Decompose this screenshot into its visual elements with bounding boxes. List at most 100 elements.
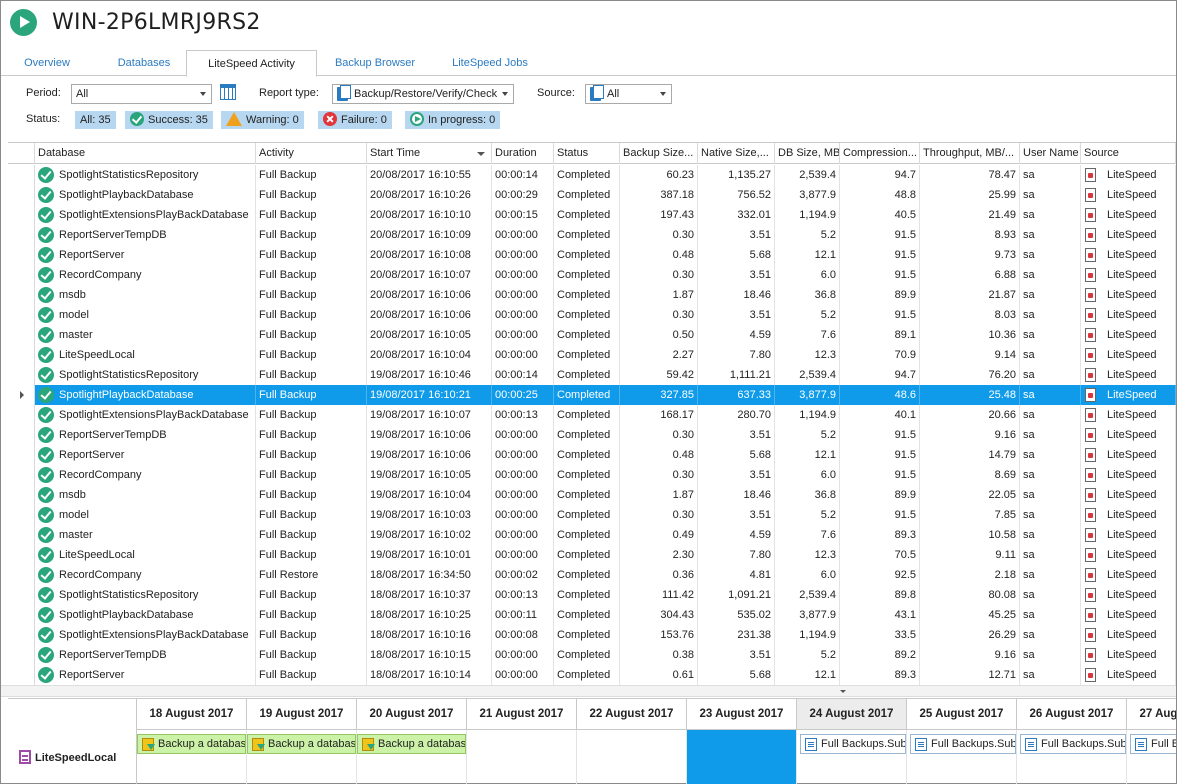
table-row[interactable]: SpotlightStatisticsRepository Full Backup… bbox=[8, 365, 1176, 385]
status-chip-failure[interactable]: Failure: 0 bbox=[318, 111, 392, 129]
cell-backup-size: 60.23 bbox=[620, 165, 698, 185]
tab-litespeed-activity[interactable]: LiteSpeed Activity bbox=[186, 50, 317, 77]
table-row[interactable]: SpotlightStatisticsRepository Full Backup… bbox=[8, 585, 1176, 605]
column-header-compression[interactable]: Compression... bbox=[840, 143, 920, 164]
timeline-day-cell[interactable]: Full Backups.Subplan bbox=[907, 730, 1017, 784]
status-chip-in-progress[interactable]: In progress: 0 bbox=[405, 111, 501, 129]
row-indicator[interactable] bbox=[8, 225, 35, 245]
row-indicator[interactable] bbox=[8, 405, 35, 425]
table-row[interactable]: msdb Full Backup 19/08/2017 16:10:04 00:00:… bbox=[8, 485, 1176, 505]
source-combo[interactable]: All bbox=[585, 84, 672, 104]
row-indicator[interactable] bbox=[8, 365, 35, 385]
timeline-event[interactable]: Backup a database bbox=[357, 734, 466, 754]
table-row[interactable]: msdb Full Backup 20/08/2017 16:10:06 00:00:… bbox=[8, 285, 1176, 305]
tab-backup-browser[interactable]: Backup Browser bbox=[321, 50, 429, 76]
row-indicator[interactable] bbox=[8, 585, 35, 605]
timeline-resource[interactable]: LiteSpeedLocal bbox=[19, 750, 116, 764]
column-header-db-size[interactable]: DB Size, MB bbox=[775, 143, 840, 164]
table-row[interactable]: master Full Backup 19/08/2017 16:10:02 00:0… bbox=[8, 525, 1176, 545]
column-header-source[interactable]: Source bbox=[1081, 143, 1176, 164]
timeline-event[interactable]: Backup a database bbox=[247, 734, 356, 754]
cell-user-name: sa bbox=[1020, 305, 1081, 325]
column-header-throughput[interactable]: Throughput, MB/... bbox=[920, 143, 1020, 164]
table-row[interactable]: LiteSpeedLocal Full Backup 19/08/2017 16:1… bbox=[8, 545, 1176, 565]
row-indicator[interactable] bbox=[8, 245, 35, 265]
row-indicator[interactable] bbox=[8, 625, 35, 645]
row-indicator[interactable] bbox=[8, 165, 35, 185]
period-combo[interactable]: All bbox=[71, 84, 212, 104]
row-indicator[interactable] bbox=[8, 645, 35, 665]
table-row[interactable]: SpotlightExtensionsPlayBackDatabase Full … bbox=[8, 625, 1176, 645]
table-row[interactable]: model Full Backup 19/08/2017 16:10:03 00:00… bbox=[8, 505, 1176, 525]
column-header-start-time[interactable]: Start Time bbox=[367, 143, 492, 164]
table-row[interactable]: RecordCompany Full Restore 18/08/2017 16:3… bbox=[8, 565, 1176, 585]
table-row[interactable]: ReportServer Full Backup 20/08/2017 16:10:… bbox=[8, 245, 1176, 265]
timeline-event[interactable]: Full Backups.Subplan bbox=[800, 734, 906, 754]
row-indicator[interactable] bbox=[8, 325, 35, 345]
column-header-status[interactable]: Status bbox=[554, 143, 620, 164]
column-header-user-name[interactable]: User Name bbox=[1020, 143, 1081, 164]
timeline-day-cell[interactable]: Backup a database bbox=[357, 730, 467, 784]
table-row[interactable]: RecordCompany Full Backup 19/08/2017 16:10… bbox=[8, 465, 1176, 485]
play-icon[interactable] bbox=[10, 9, 37, 36]
column-header-duration[interactable]: Duration bbox=[492, 143, 554, 164]
table-row[interactable]: ReportServerTempDB Full Backup 19/08/2017 … bbox=[8, 425, 1176, 445]
report-type-combo[interactable]: Backup/Restore/Verify/Check bbox=[332, 84, 514, 104]
row-indicator[interactable] bbox=[8, 345, 35, 365]
table-row[interactable]: SpotlightPlaybackDatabase Full Backup 20/0… bbox=[8, 185, 1176, 205]
table-row[interactable]: ReportServerTempDB Full Backup 18/08/2017 … bbox=[8, 645, 1176, 665]
table-row[interactable]: SpotlightStatisticsRepository Full Backup… bbox=[8, 165, 1176, 185]
table-row[interactable]: model Full Backup 20/08/2017 16:10:06 00:00… bbox=[8, 305, 1176, 325]
table-row[interactable]: ReportServer Full Backup 18/08/2017 16:10:… bbox=[8, 665, 1176, 685]
timeline-day-cell[interactable] bbox=[467, 730, 577, 784]
timeline-day-cell[interactable]: Backup a database bbox=[247, 730, 357, 784]
row-indicator[interactable] bbox=[8, 285, 35, 305]
calendar-icon[interactable] bbox=[220, 84, 236, 100]
row-indicator[interactable] bbox=[8, 445, 35, 465]
row-indicator[interactable] bbox=[8, 665, 35, 685]
column-header-native-size[interactable]: Native Size,... bbox=[698, 143, 775, 164]
status-chip-success[interactable]: Success: 35 bbox=[125, 111, 213, 129]
tab-overview[interactable]: Overview bbox=[9, 50, 85, 76]
table-row[interactable]: master Full Backup 20/08/2017 16:10:05 00:0… bbox=[8, 325, 1176, 345]
timeline-day-cell[interactable]: Full Backups.Subplan bbox=[1127, 730, 1176, 784]
row-indicator[interactable] bbox=[8, 565, 35, 585]
row-indicator[interactable] bbox=[8, 205, 35, 225]
table-row[interactable]: ReportServerTempDB Full Backup 20/08/2017 … bbox=[8, 225, 1176, 245]
table-row[interactable]: SpotlightPlaybackDatabase Full Backup 18/0… bbox=[8, 605, 1176, 625]
status-chip-all[interactable]: All: 35 bbox=[75, 111, 116, 129]
row-indicator[interactable] bbox=[8, 305, 35, 325]
row-indicator[interactable] bbox=[8, 425, 35, 445]
column-header-backup-size[interactable]: Backup Size... bbox=[620, 143, 698, 164]
table-row[interactable]: ReportServer Full Backup 19/08/2017 16:10:… bbox=[8, 445, 1176, 465]
timeline-day-cell[interactable]: Full Backups.Subplan bbox=[1017, 730, 1127, 784]
table-row[interactable]: LiteSpeedLocal Full Backup 20/08/2017 16:1… bbox=[8, 345, 1176, 365]
table-row[interactable]: RecordCompany Full Backup 20/08/2017 16:10… bbox=[8, 265, 1176, 285]
timeline-event[interactable]: Full Backups.Subplan bbox=[1020, 734, 1126, 754]
timeline-day-cell[interactable]: Backup a database bbox=[137, 730, 247, 784]
row-indicator[interactable] bbox=[8, 185, 35, 205]
row-indicator[interactable] bbox=[8, 505, 35, 525]
column-header-database[interactable]: Database bbox=[35, 143, 256, 164]
row-indicator[interactable] bbox=[8, 265, 35, 285]
timeline-day-cell[interactable]: Full Backups.Subplan bbox=[797, 730, 907, 784]
table-row[interactable]: SpotlightExtensionsPlayBackDatabase Full … bbox=[8, 405, 1176, 425]
row-indicator[interactable] bbox=[8, 605, 35, 625]
timeline-day-cell[interactable] bbox=[577, 730, 687, 784]
column-header-activity[interactable]: Activity bbox=[256, 143, 367, 164]
row-indicator[interactable] bbox=[8, 485, 35, 505]
status-chip-warning[interactable]: Warning: 0 bbox=[221, 111, 304, 129]
tab-databases[interactable]: Databases bbox=[101, 50, 187, 76]
tab-litespeed-jobs[interactable]: LiteSpeed Jobs bbox=[441, 50, 539, 76]
splitter-handle[interactable] bbox=[1, 685, 1176, 697]
row-indicator[interactable] bbox=[8, 465, 35, 485]
current-row-indicator[interactable] bbox=[8, 385, 35, 405]
timeline-event[interactable]: Backup a database bbox=[137, 734, 246, 754]
timeline-event[interactable]: Full Backups.Subplan bbox=[1130, 734, 1176, 754]
row-indicator[interactable] bbox=[8, 525, 35, 545]
table-row[interactable]: SpotlightExtensionsPlayBackDatabase Full … bbox=[8, 205, 1176, 225]
timeline-event[interactable]: Full Backups.Subplan bbox=[910, 734, 1016, 754]
timeline-selected-day-cell[interactable] bbox=[687, 730, 797, 784]
row-indicator[interactable] bbox=[8, 545, 35, 565]
table-row[interactable]: SpotlightPlaybackDatabase Full Backup 19/0… bbox=[8, 385, 1176, 405]
